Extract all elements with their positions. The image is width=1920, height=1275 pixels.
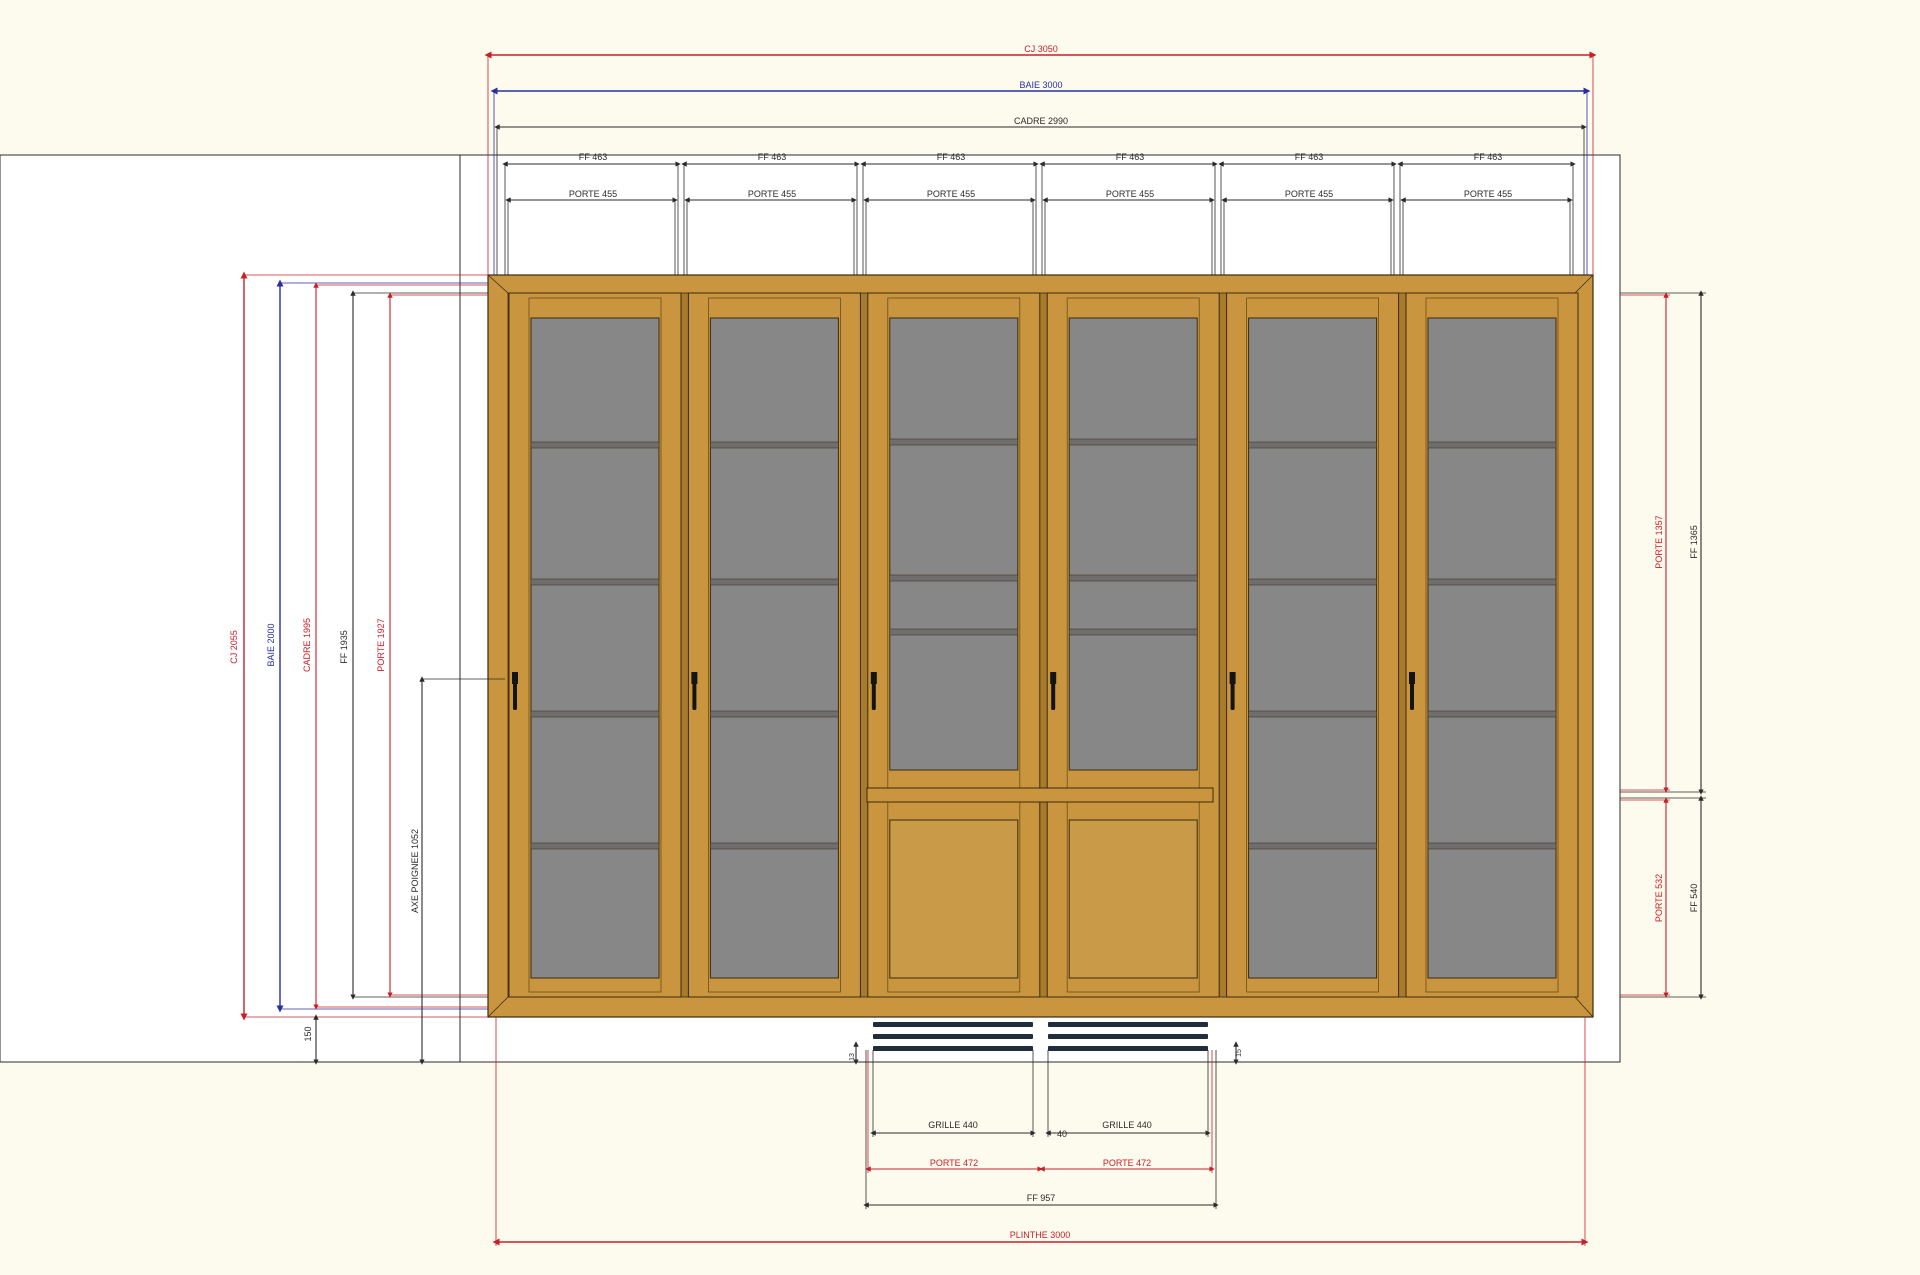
dim-cadre-height: CADRE 1995 [302, 618, 312, 672]
dim-small-right: 15 [1236, 1049, 1243, 1057]
glass-pane [889, 317, 1019, 771]
door-leaf-5 [1226, 292, 1400, 998]
glazing-bar [710, 710, 839, 718]
dim-baie-width: BAIE 3000 [1019, 80, 1062, 90]
door-leaf-1 [508, 292, 682, 998]
dim-cadre-width: CADRE 2990 [1014, 116, 1068, 126]
handle-lever [1051, 682, 1056, 710]
glass-pane [709, 317, 839, 979]
grille-slat [1048, 1022, 1208, 1027]
dim-porte-leaf-4: PORTE 455 [1106, 189, 1154, 199]
dim-porte-bottom-right: PORTE 472 [1103, 1158, 1151, 1168]
dim-grille-gap: 40 [1057, 1129, 1067, 1139]
dim-porte-leaf-5: PORTE 455 [1285, 189, 1333, 199]
glazing-bar [710, 578, 839, 586]
lower-wood-panel [1068, 819, 1198, 979]
dim-grille-left: GRILLE 440 [928, 1120, 978, 1130]
door-leaf-2 [687, 292, 861, 998]
glass-pane [1068, 317, 1198, 771]
dim-porte-bottom-left: PORTE 472 [930, 1158, 978, 1168]
dim-ff-leaf-4: FF 463 [1116, 152, 1145, 162]
dim-small-left: 13 [849, 1053, 856, 1061]
dim-porte-upper: PORTE 1357 [1654, 515, 1664, 568]
glazing-bar [1068, 438, 1198, 446]
glazing-bar [530, 842, 660, 850]
dim-porte-leaf-6: PORTE 455 [1464, 189, 1512, 199]
dim-ff-leaf-6: FF 463 [1474, 152, 1503, 162]
glazing-bar [1068, 628, 1198, 636]
dim-baie-height: BAIE 2000 [266, 623, 276, 666]
glazing-bar [530, 441, 660, 449]
grille-slat [873, 1046, 1033, 1051]
dim-porte-leaf-3: PORTE 455 [927, 189, 975, 199]
glazing-bar [889, 438, 1019, 446]
door-leaf-6 [1405, 292, 1579, 998]
central-transom-rail [866, 787, 1214, 803]
glass-pane [1248, 317, 1378, 979]
door-leaf-4 [1046, 292, 1220, 998]
glazing-bar [889, 574, 1019, 582]
glazing-bar [1427, 578, 1557, 586]
dim-ff-upper: FF 1365 [1689, 525, 1699, 559]
glazing-bar [1068, 574, 1198, 582]
dim-porte-lower: PORTE 532 [1654, 874, 1664, 922]
dim-porte-leaf-2: PORTE 455 [748, 189, 796, 199]
grille-slat [1048, 1046, 1208, 1051]
handle-lever [871, 682, 876, 710]
handle-lever [513, 682, 517, 710]
dim-grille-right: GRILLE 440 [1102, 1120, 1152, 1130]
dim-ff-leaf-3: FF 463 [937, 152, 966, 162]
dim-plinthe: PLINTHE 3000 [1010, 1230, 1071, 1240]
glazing-bar [1427, 441, 1557, 449]
glazing-bar [1427, 710, 1557, 718]
dim-cj-width: CJ 3050 [1024, 44, 1058, 54]
handle-lever [1230, 682, 1235, 710]
glazing-bar [1427, 842, 1557, 850]
dim-ff-leaf-5: FF 463 [1295, 152, 1324, 162]
handle-lever [692, 682, 697, 710]
glazing-bar [1248, 441, 1377, 449]
glazing-bar [530, 578, 660, 586]
glazing-bar [710, 441, 839, 449]
glazing-bar [710, 842, 839, 850]
glass-pane [530, 317, 660, 979]
dim-porte-height: PORTE 1927 [376, 618, 386, 671]
dim-porte-leaf-1: PORTE 455 [569, 189, 617, 199]
door-leaf-3 [867, 292, 1041, 998]
dim-ff-height: FF 1935 [339, 630, 349, 664]
glazing-bar [1248, 578, 1377, 586]
dim-cj-height: CJ 2055 [229, 630, 239, 664]
grille-right [1048, 1022, 1208, 1051]
glass-pane [1427, 317, 1557, 979]
handle-lever [1410, 682, 1414, 710]
glazing-bar [889, 628, 1019, 636]
dim-axe-poignee: AXE POIGNEE 1052 [410, 829, 420, 913]
dim-ff-leaf-1: FF 463 [579, 152, 608, 162]
glazing-bar [530, 710, 660, 718]
grille-left [873, 1022, 1033, 1051]
glazing-bar [1248, 842, 1377, 850]
grille-slat [873, 1022, 1033, 1027]
dim-ff-bottom: FF 957 [1027, 1193, 1056, 1203]
dim-ff-lower: FF 540 [1689, 884, 1699, 913]
elevation-drawing: CJ 3050 BAIE 3000 CADRE 2990 FF 463 FF 4… [0, 0, 1920, 1275]
grille-slat [873, 1034, 1033, 1039]
dim-ff-leaf-2: FF 463 [758, 152, 787, 162]
dim-offset-150: 150 [303, 1026, 313, 1041]
lower-wood-panel [889, 819, 1019, 979]
glazing-bar [1248, 710, 1377, 718]
grille-slat [1048, 1034, 1208, 1039]
